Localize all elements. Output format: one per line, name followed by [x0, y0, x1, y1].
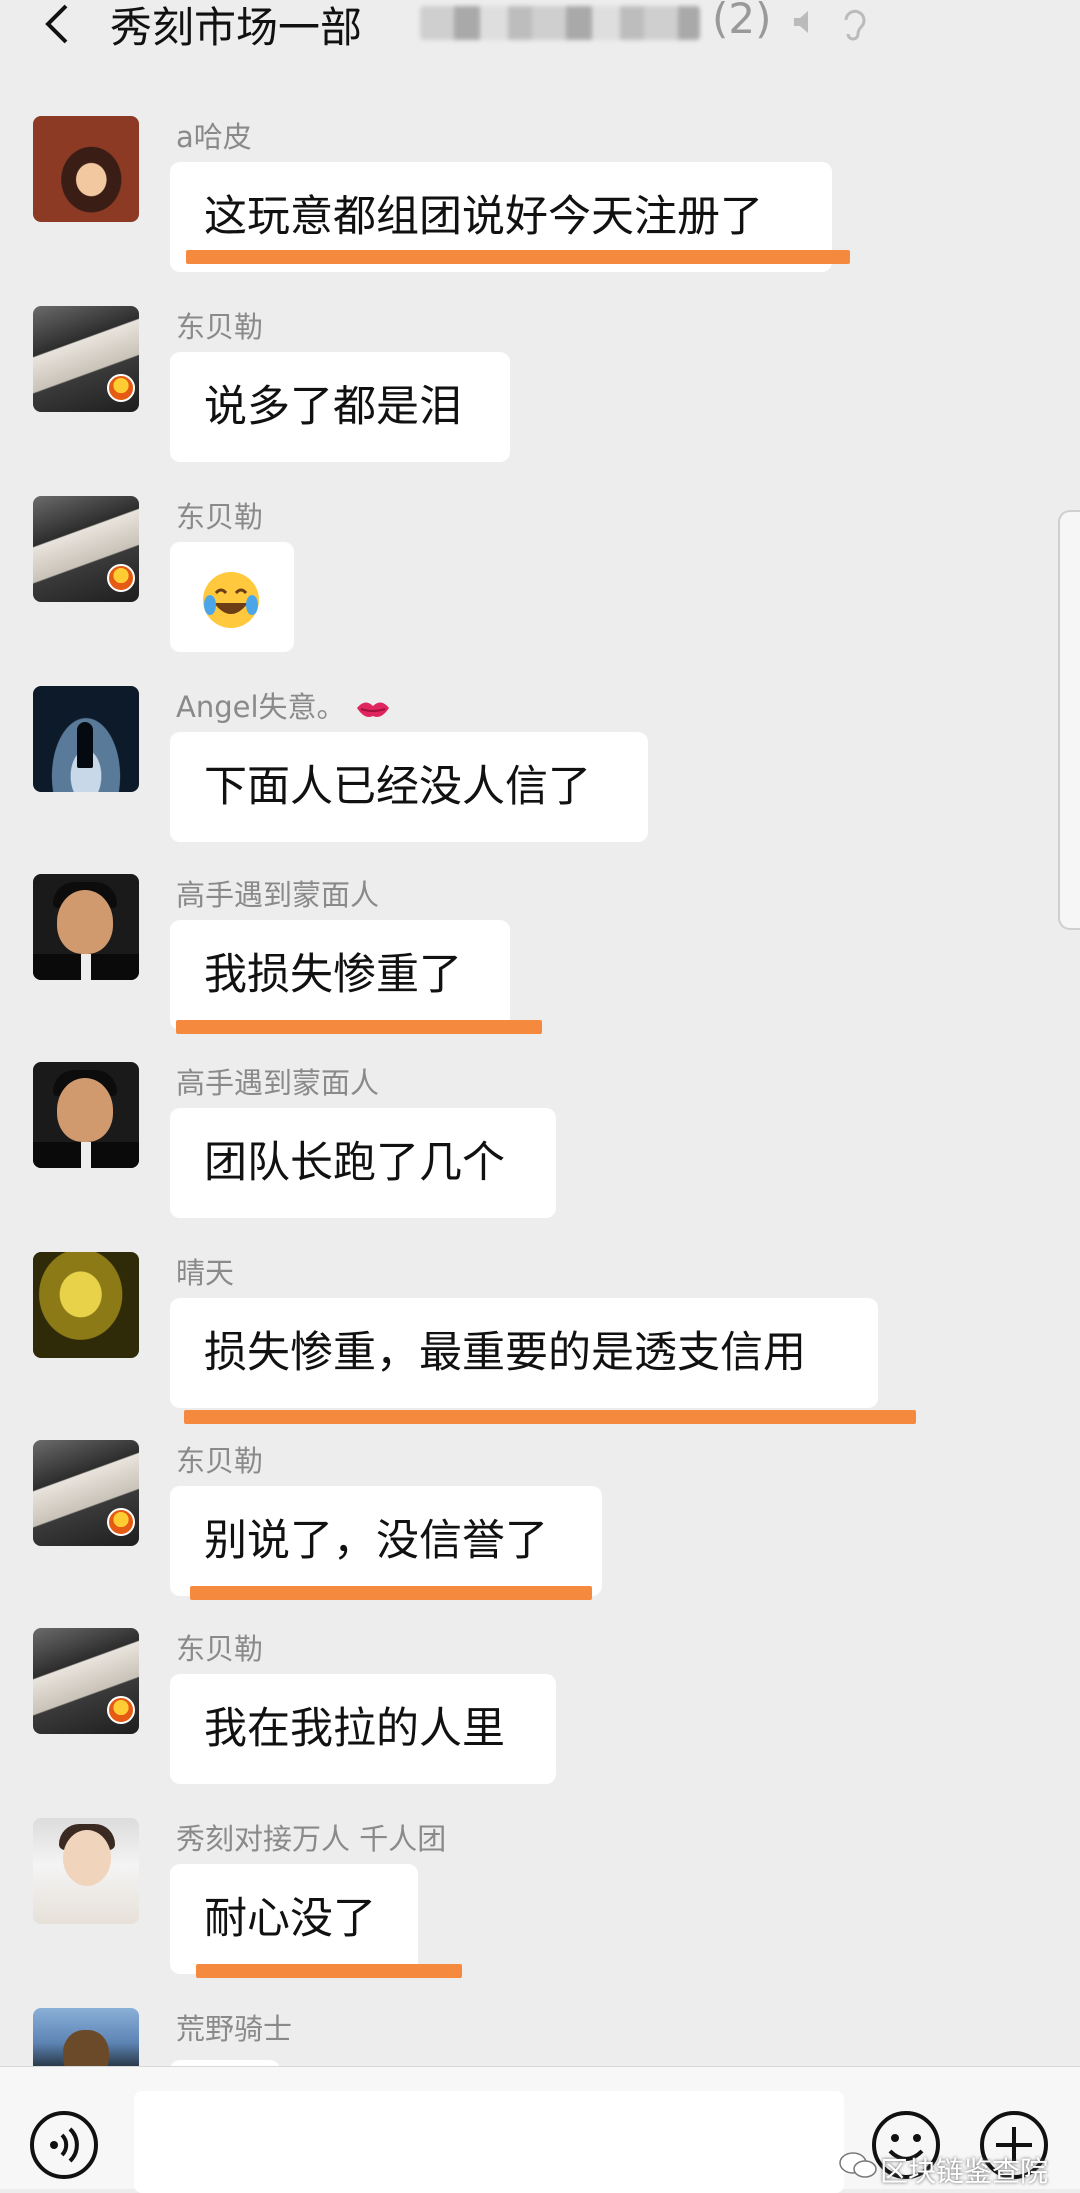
avatar[interactable]: [33, 1818, 139, 1924]
avatar[interactable]: [33, 686, 139, 792]
avatar[interactable]: [33, 496, 139, 602]
sender-name-text: Angel失意。: [176, 690, 346, 724]
wechat-icon: [839, 2152, 877, 2178]
sender-name: 东贝勒: [176, 310, 264, 344]
highlight-underline: [190, 1586, 592, 1600]
message-bubble[interactable]: 别说了，没信誉了: [170, 1486, 602, 1596]
scroll-handle[interactable]: [1058, 510, 1080, 930]
avatar[interactable]: [33, 1440, 139, 1546]
avatar[interactable]: [33, 1252, 139, 1358]
voice-input-button[interactable]: [28, 2109, 100, 2181]
message-bubble[interactable]: 耐心没了: [170, 1864, 418, 1974]
mute-icon: [794, 11, 808, 33]
message-bubble[interactable]: [170, 542, 294, 652]
sender-name: 东贝勒: [176, 500, 264, 534]
sender-name: 晴天: [176, 1256, 235, 1290]
chat-title: 秀刻市场一部: [110, 3, 363, 52]
sender-name: 东贝勒: [176, 1632, 264, 1666]
avatar[interactable]: [33, 116, 139, 222]
sender-name: 荒野骑士: [176, 2012, 293, 2046]
fire-badge-icon: [107, 564, 135, 592]
sender-name: Angel失意。: [176, 684, 391, 726]
back-arrow-icon[interactable]: [38, 4, 78, 44]
avatar[interactable]: [33, 1628, 139, 1734]
message-bubble[interactable]: 说多了都是泪: [170, 352, 510, 462]
fire-badge-icon: [107, 374, 135, 402]
message-bubble[interactable]: 损失惨重，最重要的是透支信用: [170, 1298, 878, 1408]
highlight-underline: [196, 1964, 462, 1978]
sender-name: 高手遇到蒙面人: [176, 878, 380, 912]
tears-of-joy-emoji-icon: [203, 571, 259, 628]
sender-name: 秀刻对接万人 千人团: [176, 1822, 447, 1856]
chat-header: 秀刻市场一部 (2): [0, 0, 1080, 88]
kiss-mark-emoji-icon: [356, 702, 389, 717]
sender-name: 东贝勒: [176, 1444, 264, 1478]
sender-name: 高手遇到蒙面人: [176, 1066, 380, 1100]
title-redacted-blur: [420, 6, 700, 40]
highlight-underline: [186, 250, 850, 264]
message-input[interactable]: [134, 2091, 844, 2193]
message-bubble[interactable]: 下面人已经没人信了: [170, 732, 648, 842]
message-bubble[interactable]: 我损失惨重了: [170, 920, 510, 1030]
avatar[interactable]: [33, 1062, 139, 1168]
ear-icon: [844, 9, 866, 41]
highlight-underline: [184, 1410, 916, 1424]
watermark-text: 区块链鉴查院: [879, 2155, 1048, 2188]
chat-member-count: (2): [712, 0, 772, 43]
fire-badge-icon: [107, 1508, 135, 1536]
fire-badge-icon: [107, 1696, 135, 1724]
highlight-underline: [176, 1020, 542, 1034]
sender-name: a哈皮: [176, 120, 252, 154]
avatar[interactable]: [33, 874, 139, 980]
message-bubble[interactable]: 我在我拉的人里: [170, 1674, 556, 1784]
avatar[interactable]: [33, 306, 139, 412]
message-bubble[interactable]: 团队长跑了几个: [170, 1108, 556, 1218]
avatar[interactable]: [33, 2008, 139, 2066]
